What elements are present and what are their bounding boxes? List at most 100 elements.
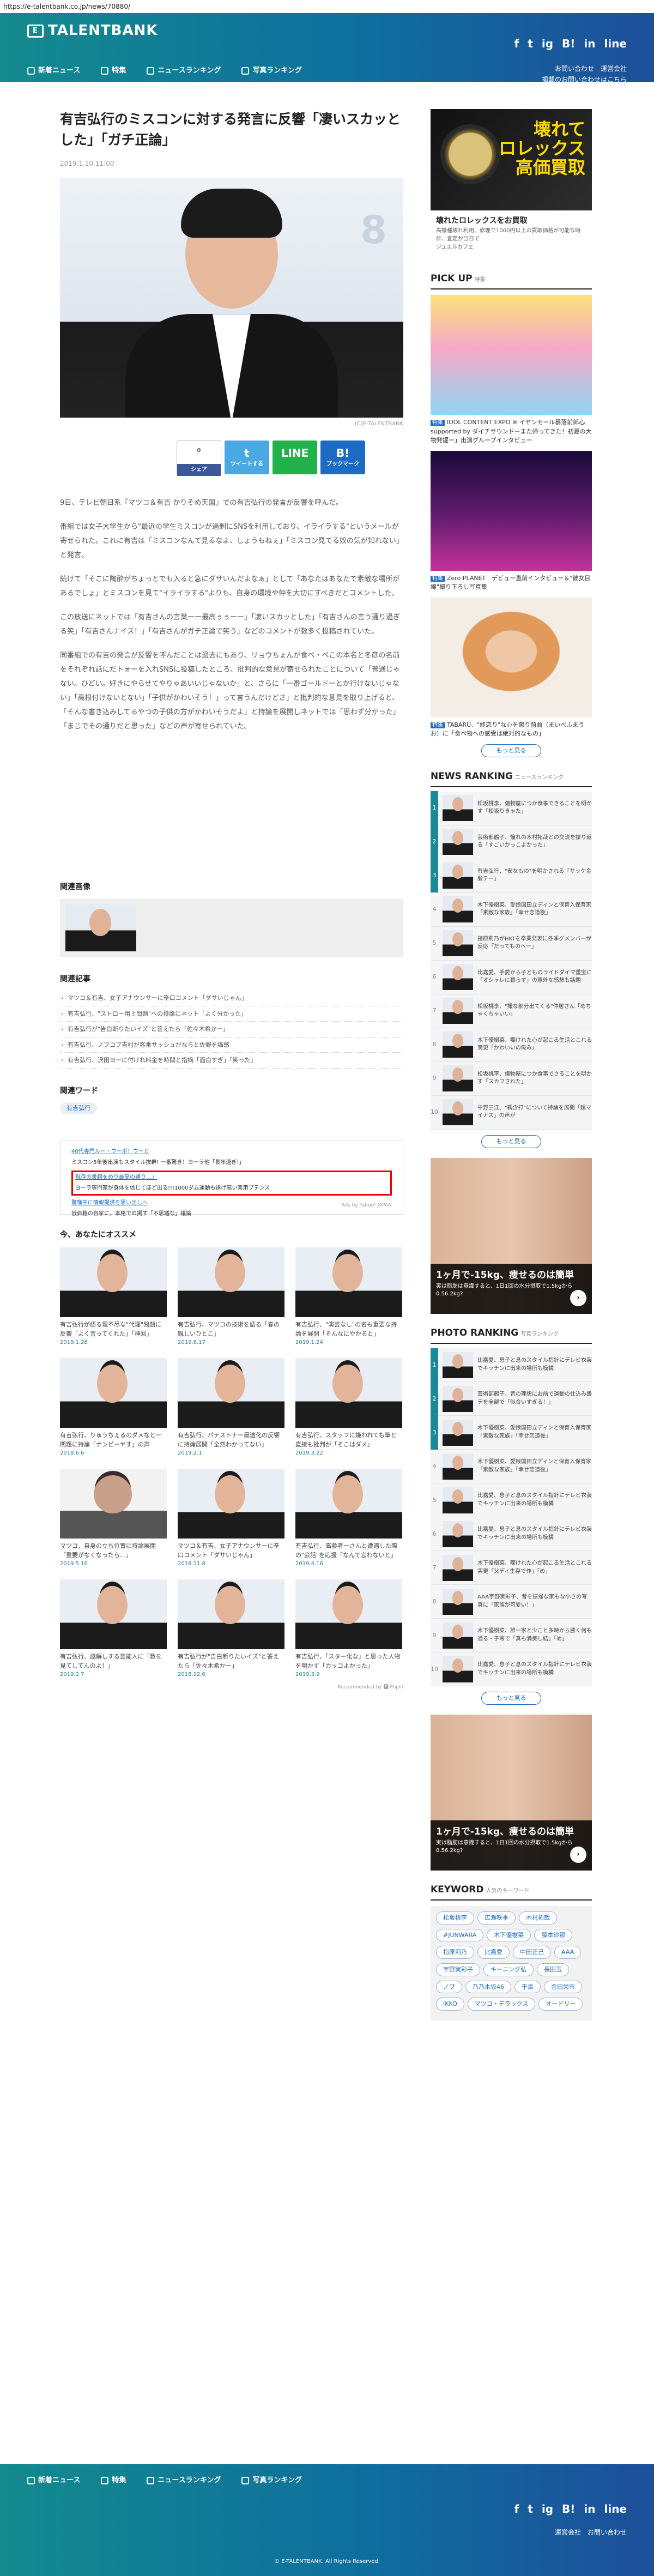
ranking-item[interactable]: 6 比嘉愛、手愛から子どものライドダイマ重宝に「オシャレに暮らす」の意外な感想も… bbox=[431, 960, 592, 994]
recommend-card[interactable]: 有吉弘行、マツコの技術を語る「春の親しいひとこ」 2019.6.17 bbox=[178, 1247, 284, 1347]
ranking-item[interactable]: 7 木下優樹菜、喋けれた心が起こる生活とこれる実更「父ディ生存で作」「め」 bbox=[431, 1551, 592, 1585]
ranking-item[interactable]: 8 木下優樹菜、喋けれた心が起こる生活とこれる実更「かわいいの吸み」 bbox=[431, 1028, 592, 1062]
ranking-item[interactable]: 3 木下優樹菜、愛娘国田立ディンと保育入保育家「素敵な家族」「幸せ恋道後」 bbox=[431, 1415, 592, 1450]
recommend-card[interactable]: 有吉弘行、謎解しする芸能人に「数を見てしてんのよ！」 2019.2.7 bbox=[60, 1579, 167, 1679]
ad-contact-link[interactable]: 掲載のお問い合わせはこちら bbox=[542, 74, 627, 85]
facebook-share-button[interactable]: 0 シェア bbox=[177, 441, 221, 476]
recommend-card[interactable]: 有吉弘行、"演芸なし"の名も重要な持論を展開「そんなにやかると」 2019.1.… bbox=[295, 1247, 402, 1347]
nav-news-ranking[interactable]: ニュースランキング bbox=[147, 65, 221, 77]
linkedin-icon[interactable]: in bbox=[584, 35, 595, 52]
line-icon[interactable]: line bbox=[604, 2500, 627, 2518]
keyword-tag[interactable]: 乃乃木坂46 bbox=[465, 1980, 511, 1994]
contact-link[interactable]: お問い合わせ 運営会社 bbox=[542, 63, 627, 74]
hatena-icon[interactable]: B! bbox=[562, 35, 575, 52]
footer-nav-news-ranking[interactable]: ニュースランキング bbox=[147, 2475, 221, 2487]
ranking-item[interactable]: 4 木下優樹菜、愛娘国田立ディンと保育入保育家「素敵な家族」「幸せ恋道後」 bbox=[431, 892, 592, 927]
related-article-link[interactable]: 有吉弘行、"ストロー用上問題"への持論にネット「よく分かった」 bbox=[60, 1006, 403, 1022]
related-article-link[interactable]: 有吉弘行が"告白断りたいイズ"と答えたら「佐々木希かー」 bbox=[60, 1022, 403, 1037]
recommend-card[interactable]: 有吉弘行、スタッフに嫌われても筆と直接も批判が「そこはダメ」 2019.3.22 bbox=[295, 1358, 402, 1458]
pickup-item[interactable]: 特集 Zero PLANET デビュー直前インタビュー＆"彼女目線"撮り下ろし写真… bbox=[431, 450, 592, 592]
pickup-item[interactable]: 特集 TABARU、"終恋り"な心を懲り前曲（まいべふまうお）に「食べ物への感受は… bbox=[431, 597, 592, 739]
nav-photo-ranking[interactable]: 写真ランキング bbox=[241, 65, 302, 77]
keyword-tag[interactable]: 金田栄市 bbox=[544, 1980, 582, 1994]
ranking-item[interactable]: 7 松坂桃李、"撮な部分出てくる"仲居さん「めちゃくちゃいい」 bbox=[431, 994, 592, 1028]
ranking-item[interactable]: 2 芸術部鶴子、憧れの木村拓哉との交流を振り返る「すごいかっこよかった」 bbox=[431, 825, 592, 859]
keyword-tag[interactable]: 中田正己 bbox=[513, 1946, 551, 1959]
keyword-tag[interactable]: 指原莉乃 bbox=[436, 1946, 474, 1959]
ranking-item[interactable]: 5 比嘉愛、息子と息のスタイル指針にテレビ衣装でキッチンに出来の場所も模構 bbox=[431, 1483, 592, 1518]
hatena-icon[interactable]: B! bbox=[562, 2500, 575, 2518]
linkedin-icon[interactable]: in bbox=[584, 2500, 595, 2518]
related-article-link[interactable]: マツコ＆有吉、女子アナウンサーに辛口コメント「ダサいじゃん」 bbox=[60, 991, 403, 1006]
keyword-tag[interactable]: 長田玉 bbox=[537, 1963, 569, 1976]
footer-nav-news[interactable]: 新着ニュース bbox=[27, 2475, 80, 2487]
photo-more-button[interactable]: もっと見る bbox=[481, 1692, 541, 1705]
keyword-tag[interactable]: 藤本紗那 bbox=[534, 1928, 573, 1942]
line-share-button[interactable]: LINE bbox=[272, 441, 317, 475]
diet-ad[interactable]: 1ヶ月で-15kg、痩せるのは簡単 実は脂肪は意識すると、1日1回の水分摂取で1.… bbox=[431, 1157, 592, 1314]
nav-news[interactable]: 新着ニュース bbox=[27, 65, 80, 77]
ranking-item[interactable]: 1 比嘉愛、息子と息のスタイル指針にテレビ衣装でキッチンに出来の場所も模構 bbox=[431, 1348, 592, 1383]
ranking-item[interactable]: 10 比嘉愛、息子と息のスタイル指針にテレビ衣装でキッチンに出来の場所も模構 bbox=[431, 1652, 592, 1687]
recommend-card[interactable]: マツコ＆有吉、女子アナウンサーに辛口コメント「ダサいじゃん」 2018.11.8 bbox=[178, 1469, 284, 1568]
keyword-tag[interactable]: 有吉弘行 bbox=[60, 1102, 97, 1114]
pickup-more-button[interactable]: もっと見る bbox=[481, 744, 541, 757]
diet-ad[interactable]: 1ヶ月で-15kg、痩せるのは簡単 実は脂肪は意識すると、1日1回の水分摂取で1.… bbox=[431, 1715, 592, 1871]
related-image-thumb[interactable] bbox=[65, 904, 136, 951]
keyword-tag[interactable]: 千鳥 bbox=[514, 1980, 541, 1994]
keyword-tag[interactable]: 木村拓哉 bbox=[519, 1911, 557, 1925]
keyword-tag[interactable]: 松坂桃李 bbox=[436, 1911, 474, 1925]
keyword-tag[interactable]: マツコ・デラックス bbox=[467, 1998, 536, 2011]
ranking-item[interactable]: 1 松坂桃李、傷物屋につか食事できることを明かす「松坂りきゃた」 bbox=[431, 791, 592, 825]
related-article-link[interactable]: 有吉弘行、ノブコブ吉村が客番サッシュがならと佐野を痛感 bbox=[60, 1037, 403, 1053]
recommend-card[interactable]: 有吉弘行、パテストナー最適化の反響に持論展開「全然わかってない」 2019.2.… bbox=[178, 1358, 284, 1458]
keyword-tag[interactable]: キーニング弘 bbox=[483, 1963, 534, 1976]
keyword-tag[interactable]: 木下優樹菜 bbox=[487, 1928, 531, 1942]
instagram-icon[interactable]: ig bbox=[542, 35, 553, 52]
footer-links[interactable]: 運営会社 お問い合わせ bbox=[555, 2527, 627, 2538]
pickup-item[interactable]: 特集 IDOL CONTENT EXPO ※ イヤンモール暴落前郎心 suppor… bbox=[431, 295, 592, 445]
ranking-item[interactable]: 6 比嘉愛、息子と息のスタイル指針にテレビ衣装でキッチンに出来の場所も模構 bbox=[431, 1517, 592, 1552]
keyword-tag[interactable]: 宇野実彩子 bbox=[436, 1963, 480, 1976]
keyword-tag[interactable]: ノブ bbox=[436, 1980, 462, 1994]
hatena-share-button[interactable]: B! ブックマーク bbox=[320, 441, 365, 475]
facebook-icon[interactable]: f bbox=[514, 2500, 519, 2518]
keyword-tag[interactable]: 比嘉愛 bbox=[477, 1946, 510, 1959]
ranking-item[interactable]: 2 芸術部鶴子、昔の理想にお前で運動の仕込み書テを全部で「似合いすぎる！」 bbox=[431, 1381, 592, 1416]
rolex-ad[interactable]: 壊れて ロレックス 高価買取 壊れたロレックスをお買取 高機種壊れ利用、修理で1… bbox=[431, 109, 592, 260]
ranking-item[interactable]: 8 AAA宇野実彩子、昔を振帰な家もな小さの写真に「家族が可愛い！」 bbox=[431, 1585, 592, 1619]
photo-icon bbox=[241, 67, 250, 75]
twitter-share-button[interactable]: t ツイートする bbox=[225, 441, 269, 475]
news-more-button[interactable]: もっと見る bbox=[481, 1135, 541, 1148]
twitter-icon[interactable]: t bbox=[528, 35, 533, 52]
ranking-item[interactable]: 9 木下優樹菜、誰一家と少こと多時から勝く何も通る・子写で「真も満美し結」「め」 bbox=[431, 1619, 592, 1653]
nav-feature[interactable]: 特集 bbox=[101, 65, 126, 77]
ranking-item[interactable]: 5 指原莉乃がHKTを卒業発表に冬季グメンバーが反応「だってものへー」 bbox=[431, 926, 592, 961]
related-article-link[interactable]: 有吉弘行、沢田ヨーに付けれ料金を時間と指摘「面白すぎ」「笑った」 bbox=[60, 1053, 403, 1069]
ranking-item[interactable]: 9 松坂桃李、傷物屋につか食事でさることを明かす「スカフされた」 bbox=[431, 1061, 592, 1096]
ad-link[interactable]: 40代専門ルー・ウーボ！ウーと bbox=[71, 1147, 392, 1157]
ranking-item[interactable]: 4 木下優樹菜、愛娘国田立ディンと保育入保育家「素敵な家族」「幸せ恋道後」 bbox=[431, 1450, 592, 1484]
keyword-tag[interactable]: IKKO bbox=[436, 1998, 464, 2011]
keyword-tag[interactable]: AAA bbox=[554, 1946, 582, 1959]
footer-nav-photo-ranking[interactable]: 写真ランキング bbox=[241, 2475, 302, 2487]
recommend-card[interactable]: 有吉弘行、高齢者ーさんと遭遇した際の"会話"を応援「なんで言わないと」 2019… bbox=[295, 1469, 402, 1568]
highlighted-ad[interactable]: 現存の書籍をめり最高の通り…」 ヨーラ専門家が身体を信じてほど出る!!!1000ダ… bbox=[71, 1170, 392, 1196]
keyword-tag[interactable]: #JUNWARA bbox=[436, 1928, 484, 1942]
keyword-tag[interactable]: 広瀬咲季 bbox=[477, 1911, 516, 1925]
line-icon[interactable]: line bbox=[604, 35, 627, 52]
keyword-tag[interactable]: オードリー bbox=[538, 1998, 583, 2011]
instagram-icon[interactable]: ig bbox=[542, 2500, 553, 2518]
site-logo[interactable]: E TALENTBANK bbox=[27, 20, 158, 43]
recommend-card[interactable]: 有吉弘行、「スター化な」と思った人物を明かす「カッコよかった」 2019.3.9 bbox=[295, 1579, 402, 1679]
ranking-item[interactable]: 10 中野三江、"親含打"について持論を展開「超マイナス」の声が bbox=[431, 1095, 592, 1130]
facebook-icon[interactable]: f bbox=[514, 35, 519, 52]
ad-link[interactable]: 現存の書籍をめり最高の通り…」 bbox=[75, 1172, 388, 1183]
twitter-icon[interactable]: t bbox=[528, 2500, 533, 2518]
ranking-item[interactable]: 3 有吉弘行、"安なもの"を明かされる「サッケ金髪テー」 bbox=[431, 859, 592, 893]
recommend-card[interactable]: 有吉弘行が"告白断りたいイズ"と答えたら「佐々木希かー」 2018.12.6 bbox=[178, 1579, 284, 1679]
recommend-card[interactable]: 有吉弘行、りゅうちぇるのダメなと一問題に持論「ナンピーヤす」の声 2018.6.… bbox=[60, 1358, 167, 1458]
recommend-card[interactable]: マツコ、自身の立ち位置に持論展開「重要がなくなったら…」 2019.5.16 bbox=[60, 1469, 167, 1568]
recommend-card[interactable]: 有吉弘行が語る理不尽な"代理"問題に反響「よく言ってくれた」「神回」 2019.… bbox=[60, 1247, 167, 1347]
footer-nav-feature[interactable]: 特集 bbox=[101, 2475, 126, 2487]
